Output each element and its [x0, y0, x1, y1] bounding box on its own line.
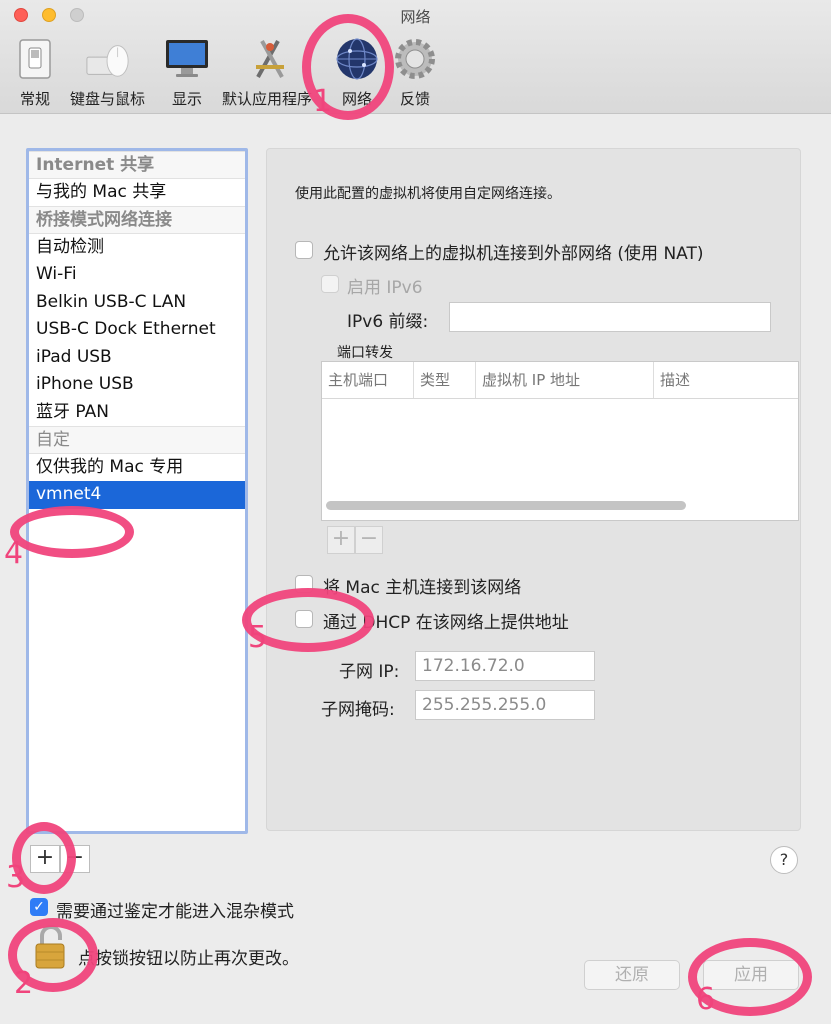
gear-icon: [392, 36, 438, 82]
annotation-number-5: 5: [248, 620, 268, 655]
table-add-remove: + −: [327, 526, 383, 554]
list-item-iphone-usb[interactable]: iPhone USB: [29, 371, 245, 399]
col-description[interactable]: 描述: [654, 362, 800, 398]
intro-text: 使用此配置的虚拟机将使用自定网络连接。: [295, 186, 561, 202]
ipv6-prefix-label: IPv6 前缀:: [347, 312, 429, 332]
table-header-divider: [322, 398, 798, 399]
help-button[interactable]: ?: [770, 846, 798, 874]
app-tools-icon: [247, 36, 293, 82]
add-port-button[interactable]: +: [327, 526, 355, 554]
list-header-bridged: 桥接模式网络连接: [29, 206, 245, 234]
revert-button[interactable]: 还原: [584, 960, 680, 990]
list-item-vmnet4[interactable]: vmnet4: [29, 481, 245, 509]
network-settings-panel: 使用此配置的虚拟机将使用自定网络连接。 允许该网络上的虚拟机连接到外部网络 (使…: [266, 148, 801, 831]
annotation-number-1: 1: [313, 84, 333, 119]
subnet-mask-label: 子网掩码:: [321, 700, 395, 720]
list-item-usbc-dock[interactable]: USB-C Dock Ethernet: [29, 316, 245, 344]
connect-host-label: 将 Mac 主机连接到该网络: [323, 578, 522, 598]
annotation-number-3: 3: [6, 860, 26, 895]
list-header-internet-sharing: Internet 共享: [29, 151, 245, 179]
annotation-number-2: 2: [14, 966, 34, 1001]
list-item-bluetooth-pan[interactable]: 蓝牙 PAN: [29, 399, 245, 427]
col-type[interactable]: 类型: [414, 362, 476, 398]
list-item-belkin-lan[interactable]: Belkin USB-C LAN: [29, 289, 245, 317]
port-forward-label: 端口转发: [337, 345, 393, 361]
toolbar-feedback[interactable]: 反馈: [392, 36, 438, 109]
window-title: 网络: [400, 8, 431, 26]
ipv6-label: 启用 IPv6: [347, 278, 423, 298]
port-forward-table: 主机端口 类型 虚拟机 IP 地址 描述: [321, 361, 799, 521]
col-host-port[interactable]: 主机端口: [322, 362, 414, 398]
ipv6-prefix-input[interactable]: [449, 302, 771, 332]
list-header-custom: 自定: [29, 426, 245, 454]
lock-hint-text: 点按锁按钮以防止再次更改。: [78, 949, 299, 969]
annotation-ring-4: [10, 506, 134, 558]
titlebar: 网络 常规 键盘与鼠标 显示 默认应用程序 网络 反馈: [0, 0, 831, 114]
subnet-ip-input[interactable]: 172.16.72.0: [415, 651, 595, 681]
ipv6-checkbox[interactable]: [321, 275, 339, 293]
network-list: Internet 共享 与我的 Mac 共享 桥接模式网络连接 自动检测 Wi-…: [26, 148, 248, 834]
toolbar-general[interactable]: 常规: [12, 36, 58, 109]
list-item-autodetect[interactable]: 自动检测: [29, 234, 245, 262]
toolbar-keyboard-mouse[interactable]: 键盘与鼠标: [70, 36, 145, 109]
table-scrollbar[interactable]: [326, 501, 686, 510]
nat-checkbox[interactable]: [295, 241, 313, 259]
list-item-private-to-mac[interactable]: 仅供我的 Mac 专用: [29, 454, 245, 482]
list-item-share-with-mac[interactable]: 与我的 Mac 共享: [29, 179, 245, 207]
annotation-number-4: 4: [4, 536, 24, 571]
subnet-mask-input[interactable]: 255.255.255.0: [415, 690, 595, 720]
annotation-number-6: 6: [696, 982, 716, 1017]
list-item-wifi[interactable]: Wi-Fi: [29, 261, 245, 289]
list-item-ipad-usb[interactable]: iPad USB: [29, 344, 245, 372]
keyboard-mouse-icon: [85, 36, 131, 82]
network-preferences-window: 网络 常规 键盘与鼠标 显示 默认应用程序 网络 反馈 Internet 共享 …: [0, 0, 831, 1024]
remove-port-button[interactable]: −: [355, 526, 383, 554]
promiscuous-label: 需要通过鉴定才能进入混杂模式: [56, 902, 294, 922]
toolbar-display[interactable]: 显示: [164, 36, 210, 109]
subnet-ip-label: 子网 IP:: [339, 662, 400, 682]
col-vm-ip[interactable]: 虚拟机 IP 地址: [476, 362, 654, 398]
promiscuous-checkbox[interactable]: ✓: [30, 898, 48, 916]
monitor-icon: [164, 36, 210, 82]
switch-icon: [12, 36, 58, 82]
nat-label: 允许该网络上的虚拟机连接到外部网络 (使用 NAT): [323, 244, 704, 264]
